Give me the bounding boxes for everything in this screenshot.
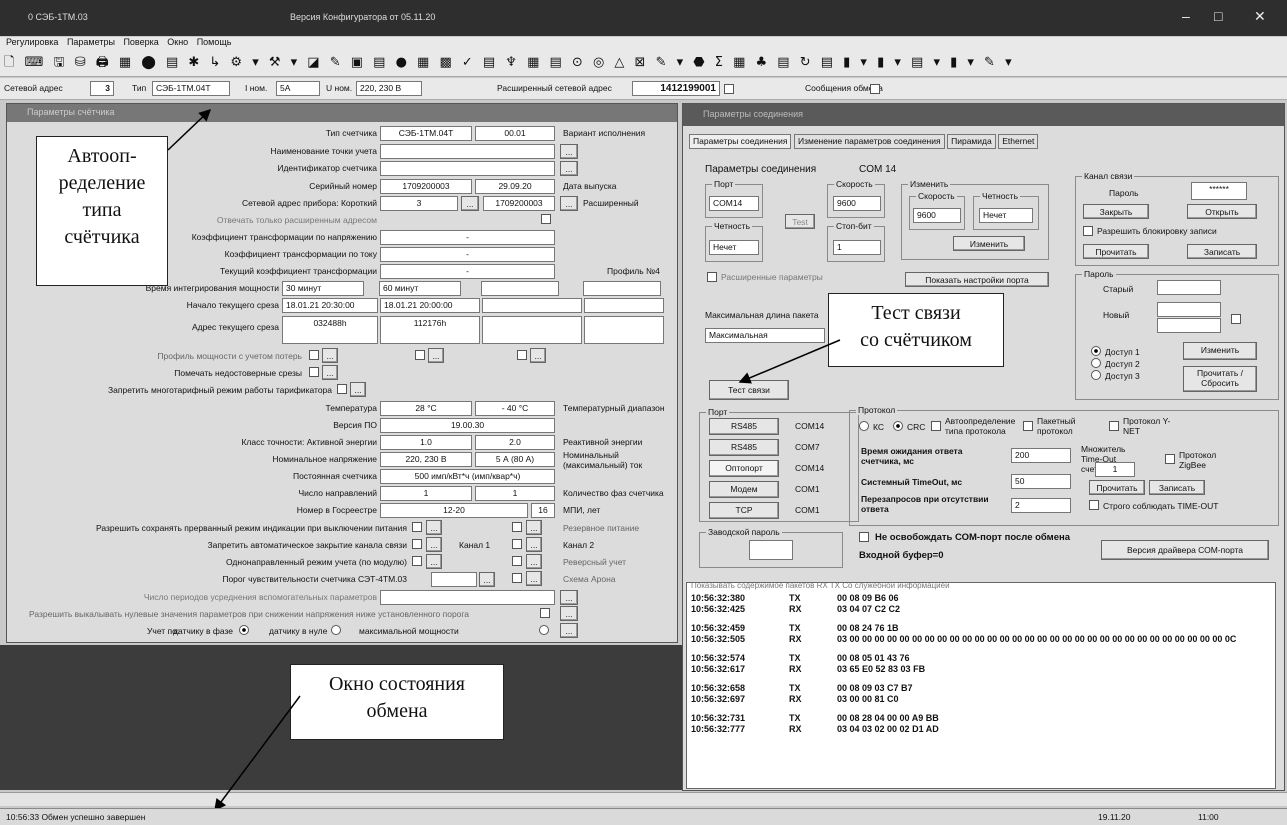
arrow-auto-detect — [167, 108, 212, 151]
status-bar: 10:56:33 Обмен успешно завершен 19.11.20… — [0, 808, 1287, 825]
arrow-exchange-status — [214, 695, 301, 812]
arrow-connection-test — [738, 339, 841, 384]
status-time: 11:00 — [1198, 812, 1219, 822]
status-message: 10:56:33 Обмен успешно завершен — [6, 812, 146, 822]
status-date: 19.11.20 — [1098, 812, 1131, 822]
callout-arrows — [167, 108, 841, 812]
